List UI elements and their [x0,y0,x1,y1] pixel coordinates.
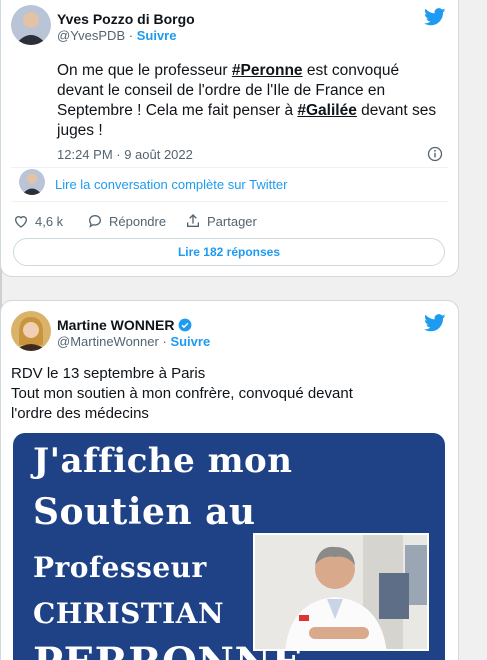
like-count: 4,6 k [35,213,64,229]
share-action[interactable]: Partager [185,213,257,229]
like-action[interactable]: 4,6 k [13,213,63,229]
share-label: Partager [207,213,257,229]
tweet-text-line-1: RDV le 13 septembre à Paris [11,365,206,382]
twitter-bird-icon[interactable] [424,314,446,332]
follow-button[interactable]: Suivre [170,334,210,349]
tweet-text: On me que le professeur #Peronne est con… [57,61,437,141]
tweet-timestamp[interactable]: 12:24 PM · 9 août 2022 [57,147,193,162]
author-avatar[interactable] [11,311,51,351]
reply-action[interactable]: Répondre [87,213,166,229]
divider [11,201,448,202]
tweet-media-image[interactable]: J'affiche mon Soutien au Professeur CHRI… [13,433,445,660]
verified-badge-icon [178,318,192,332]
follow-button[interactable]: Suivre [137,28,177,43]
twitter-bird-icon[interactable] [424,8,446,26]
small-avatar[interactable] [19,169,45,195]
author-handle-row: @MartineWonner · Suivre [57,334,210,349]
share-icon [187,214,199,227]
author-name[interactable]: Martine WONNER [57,317,192,333]
handle-separator: · [162,334,167,349]
read-conversation-link[interactable]: Lire la conversation complète sur Twitte… [55,177,287,192]
poster-line-1: J'affiche mon [33,441,293,481]
tweet-text-line-2: Tout mon soutien à mon confrère, convoqu… [11,385,353,402]
reply-label: Répondre [109,213,167,229]
poster-line-3: Professeur [33,551,207,584]
author-name-text: Martine WONNER [57,317,175,333]
info-icon[interactable] [427,146,443,162]
text-segment: On me que le professeur [57,62,232,79]
author-handle[interactable]: @YvesPDB [57,28,125,43]
poster-line-2: Soutien au [33,491,256,533]
hashtag-peronne[interactable]: #Peronne [232,62,303,79]
tweet-card-2[interactable]: Martine WONNER @MartineWonner · Suivre R… [0,300,459,660]
author-handle[interactable]: @MartineWonner [57,334,159,349]
author-handle-row: @YvesPDB · Suivre [57,28,176,43]
divider [11,167,448,168]
author-name[interactable]: Yves Pozzo di Borgo [57,11,195,27]
tweet-card-1[interactable]: Yves Pozzo di Borgo @YvesPDB · Suivre On… [0,0,459,277]
handle-separator: · [128,28,134,43]
tweet-text-line-3: l'ordre des médecins [11,405,149,422]
heart-icon [14,216,28,228]
read-replies-button[interactable]: Lire 182 réponses [13,238,445,266]
hashtag-galilee[interactable]: #Galilée [297,102,356,119]
reply-icon [88,214,102,228]
portrait-photo [253,533,429,651]
author-avatar[interactable] [11,5,51,45]
poster-line-4: CHRISTIAN [33,597,225,630]
